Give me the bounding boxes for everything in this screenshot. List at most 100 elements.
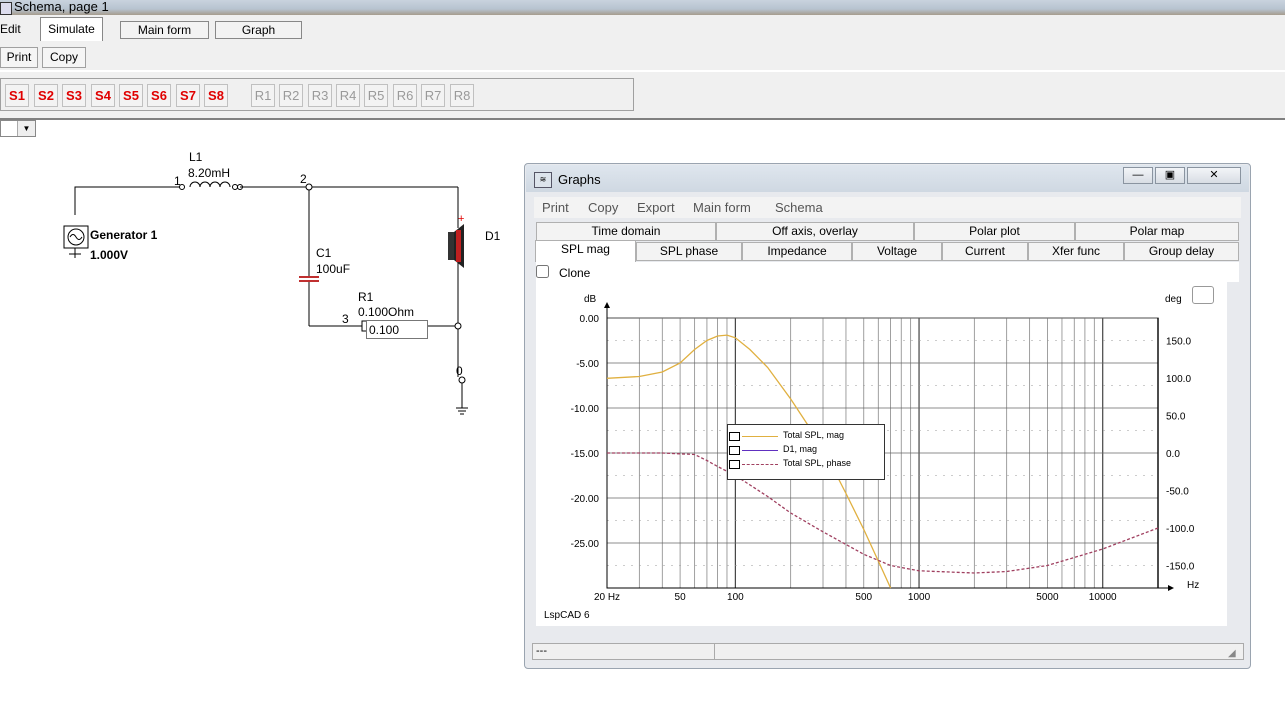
graphs-menu-print[interactable]: Print	[542, 200, 569, 215]
watermark: LspCAD 6	[544, 610, 590, 621]
x-axis-arrow	[1168, 585, 1174, 591]
state-button-s2[interactable]: S2	[34, 84, 58, 107]
node-label-3: 3	[342, 312, 349, 326]
tab-current[interactable]: Current	[942, 242, 1028, 261]
r1-value: 0.100Ohm	[358, 305, 415, 319]
graphs-menu-main-form[interactable]: Main form	[693, 200, 751, 215]
x-tick-label: 20 Hz	[594, 592, 620, 603]
legend-entry: Total SPL, phase	[728, 458, 884, 471]
clone-label: Clone	[559, 266, 591, 280]
y2-tick-label: 50.0	[1166, 412, 1186, 423]
status-text: ---	[536, 645, 547, 657]
speaker-symbol	[448, 224, 464, 268]
l1-value: 8.20mH	[188, 166, 231, 180]
menu-edit[interactable]: Edit	[0, 22, 21, 36]
state-button-s1[interactable]: S1	[5, 84, 29, 107]
graphs-menu-schema[interactable]: Schema	[775, 200, 823, 215]
legend-checkbox[interactable]	[729, 432, 740, 441]
y2-tick-label: 0.0	[1166, 449, 1180, 460]
tab-polar-map[interactable]: Polar map	[1075, 222, 1239, 241]
graph-button[interactable]: Graph	[215, 21, 302, 39]
tab-impedance[interactable]: Impedance	[742, 242, 852, 261]
y-tick-label: -5.00	[576, 359, 599, 370]
y2-tick-label: 150.0	[1166, 337, 1191, 348]
window-title-bar	[0, 0, 1285, 15]
recall-button-r8[interactable]: R8	[450, 84, 474, 107]
state-button-s7[interactable]: S7	[176, 84, 200, 107]
tab-polar-plot[interactable]: Polar plot	[914, 222, 1075, 241]
state-button-s3[interactable]: S3	[62, 84, 86, 107]
print-button[interactable]: Print	[0, 47, 38, 68]
recall-button-r3[interactable]: R3	[308, 84, 332, 107]
y-tick-label: -10.00	[571, 404, 600, 415]
maximize-button[interactable]: ▣	[1155, 167, 1185, 184]
graph-app-icon: ≋	[534, 172, 552, 188]
graphs-menu-copy[interactable]: Copy	[588, 200, 618, 215]
app-icon	[0, 2, 12, 15]
x-tick-label: 10000	[1089, 592, 1117, 603]
legend-checkbox[interactable]	[729, 446, 740, 455]
r1-value-input[interactable]	[366, 320, 428, 339]
recall-button-r6[interactable]: R6	[393, 84, 417, 107]
y2-tick-label: -50.0	[1166, 487, 1189, 498]
recall-button-r7[interactable]: R7	[421, 84, 445, 107]
x-tick-label: 5000	[1036, 592, 1059, 603]
legend-label: Total SPL, phase	[783, 458, 852, 468]
recall-button-r4[interactable]: R4	[336, 84, 360, 107]
r1-name: R1	[358, 290, 374, 304]
x-tick-label: 100	[727, 592, 744, 603]
y2-tick-label: -150.0	[1166, 562, 1195, 573]
legend-checkbox[interactable]	[729, 460, 740, 469]
graphs-menu-export[interactable]: Export	[637, 200, 675, 215]
legend-line	[742, 436, 778, 437]
copy-button[interactable]: Copy	[42, 47, 86, 68]
resize-grip-icon[interactable]: ◢	[1228, 648, 1240, 660]
tab-voltage[interactable]: Voltage	[852, 242, 942, 261]
y-tick-label: -20.00	[571, 494, 600, 505]
y2-tick-label: 100.0	[1166, 374, 1191, 385]
d1-name: D1	[485, 229, 501, 243]
main-form-button[interactable]: Main form	[120, 21, 209, 39]
close-button[interactable]: ✕	[1187, 167, 1241, 184]
chevron-down-icon[interactable]: ▼	[17, 121, 35, 136]
status-bar	[532, 643, 1244, 660]
node-label-0: 0	[456, 364, 463, 378]
y-tick-label: -15.00	[571, 449, 600, 460]
tab-off-axis-overlay[interactable]: Off axis, overlay	[716, 222, 914, 241]
state-button-s8[interactable]: S8	[204, 84, 228, 107]
tab-xfer-func[interactable]: Xfer func	[1028, 242, 1124, 261]
wire	[74, 186, 180, 215]
y-tick-label: 0.00	[580, 314, 600, 325]
generator-name: Generator 1	[90, 228, 158, 242]
node-label-2: 2	[300, 172, 307, 186]
tab-spl-phase[interactable]: SPL phase	[636, 242, 742, 261]
y2-tick-label: -100.0	[1166, 524, 1195, 535]
tab-simulate[interactable]: Simulate	[40, 17, 103, 41]
c1-value: 100uF	[316, 262, 351, 276]
window-title: Schema, page 1	[14, 0, 109, 14]
node-label-1: 1	[174, 174, 181, 188]
state-button-s5[interactable]: S5	[119, 84, 143, 107]
x-tick-label: 50	[675, 592, 687, 603]
chart-options-button[interactable]	[1192, 286, 1214, 304]
clone-checkbox[interactable]	[536, 265, 549, 278]
svg-text:+: +	[458, 213, 464, 225]
recall-button-r5[interactable]: R5	[364, 84, 388, 107]
tab-group-delay[interactable]: Group delay	[1124, 242, 1239, 261]
legend-line	[742, 450, 778, 451]
recall-button-r1[interactable]: R1	[251, 84, 275, 107]
y-axis-label: dB	[584, 294, 597, 305]
capacitor-symbol	[299, 276, 319, 282]
tab-spl-mag[interactable]: SPL mag	[535, 240, 636, 262]
l1-name: L1	[189, 150, 203, 164]
minimize-button[interactable]: —	[1123, 167, 1153, 184]
tab-time-domain[interactable]: Time domain	[536, 222, 716, 241]
recall-button-r2[interactable]: R2	[279, 84, 303, 107]
generator-value: 1.000V	[90, 248, 129, 262]
x-tick-label: 1000	[908, 592, 931, 603]
state-button-s4[interactable]: S4	[91, 84, 115, 107]
tab-panel	[536, 262, 1239, 282]
state-button-s6[interactable]: S6	[147, 84, 171, 107]
x-axis-label: Hz	[1187, 580, 1200, 591]
y-axis-arrow	[604, 302, 610, 308]
